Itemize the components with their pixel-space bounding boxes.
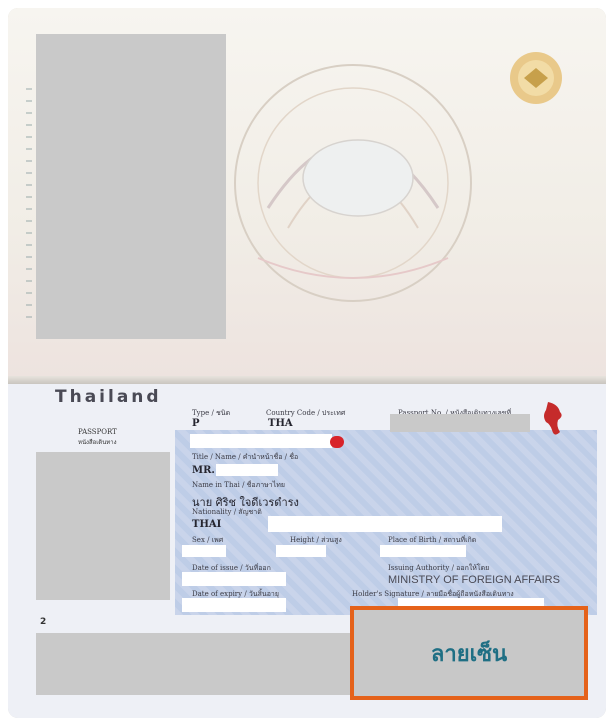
title-name-label: Title / Name / คำนำหน้าชื่อ / ชื่อ (192, 453, 299, 461)
photo-redaction-bottom (36, 452, 170, 600)
type-value: P (192, 418, 200, 429)
nationality-label: Nationality / สัญชาติ (192, 508, 262, 516)
photo-redaction-top (36, 34, 226, 339)
garuda-emblem-icon (234, 64, 472, 302)
issue-date-redaction (182, 572, 286, 586)
thailand-map-icon (544, 402, 562, 435)
signature-annotation-label: ลายเซ็น (430, 641, 508, 667)
issuing-authority-value: MINISTRY OF FOREIGN AFFAIRS (388, 574, 560, 586)
passport-fold (8, 376, 606, 384)
country-code-value: THA (268, 418, 293, 429)
issuing-authority-label: Issuing Authority / ออกให้โดย (388, 564, 490, 572)
nationality-value: THAI (192, 519, 222, 530)
page-number: 2 (40, 617, 47, 627)
passport-label: PASSPORT (78, 428, 117, 436)
country-name: Thailand (55, 387, 162, 407)
height-redaction (276, 545, 326, 557)
passport-top-page (8, 8, 606, 378)
perforation-dots (26, 88, 32, 318)
birth-info-redaction (268, 516, 502, 532)
passport-no-redaction (390, 414, 530, 432)
red-mark (330, 436, 344, 448)
given-name-redaction (216, 464, 278, 476)
title-value: MR. (192, 465, 215, 476)
passport-label-thai: หนังสือเดินทาง (78, 439, 117, 446)
signature-highlight-box: ลายเซ็น (350, 606, 588, 700)
place-of-birth-redaction (380, 545, 466, 557)
name-redaction (190, 434, 332, 448)
expiry-date-redaction (182, 598, 286, 612)
name-in-thai-label: Name in Thai / ชื่อภาษาไทย (192, 481, 285, 489)
royal-seal-icon (510, 52, 562, 104)
sex-redaction (182, 545, 226, 557)
mrz-redaction (36, 633, 350, 695)
